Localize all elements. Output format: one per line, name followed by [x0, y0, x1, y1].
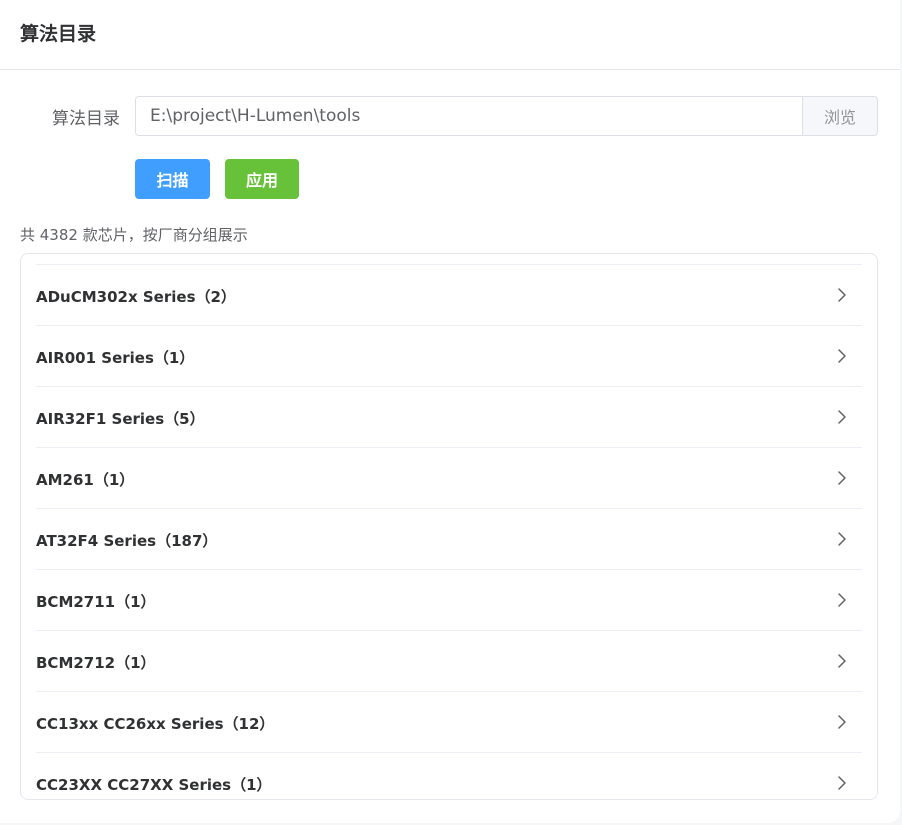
vendor-group-list[interactable]: ADuCM302x Series（2） AIR001 Series（1） AIR…	[20, 253, 878, 800]
chevron-right-icon	[834, 653, 850, 669]
list-item[interactable]: AT32F4 Series（187）	[36, 509, 862, 570]
directory-input-group: 浏览	[135, 96, 878, 136]
chip-count-summary: 共 4382 款芯片，按厂商分组展示	[20, 226, 248, 244]
group-label: BCM2711（1）	[36, 592, 156, 611]
chevron-right-icon	[834, 470, 850, 486]
directory-path-input[interactable]	[136, 97, 802, 135]
group-label: AIR32F1 Series（5）	[36, 409, 205, 428]
directory-label: 算法目录	[52, 108, 120, 129]
list-item[interactable]: BCM2711（1）	[36, 570, 862, 631]
list-item[interactable]: ADuCM302x Series（2）	[36, 265, 862, 326]
algorithm-directory-panel: 算法目录 算法目录 浏览 扫描 应用 共 4382 款芯片，按厂商分组展示 AD…	[0, 0, 900, 823]
group-label: ADuCM302x Series（2）	[36, 287, 236, 306]
panel-header: 算法目录	[0, 0, 900, 70]
page-title: 算法目录	[20, 23, 97, 45]
browse-button[interactable]: 浏览	[802, 97, 877, 135]
group-label: AM261（1）	[36, 470, 135, 489]
list-item[interactable]: CC23XX CC27XX Series（1）	[36, 753, 862, 799]
chevron-right-icon	[834, 592, 850, 608]
scan-button[interactable]: 扫描	[135, 159, 210, 199]
group-label: CC23XX CC27XX Series（1）	[36, 775, 272, 794]
chevron-right-icon	[834, 714, 850, 730]
list-item[interactable]: AIR32F1 Series（5）	[36, 387, 862, 448]
action-buttons: 扫描 应用	[135, 159, 299, 199]
group-label: AIR001 Series（1）	[36, 348, 195, 367]
chevron-right-icon	[834, 409, 850, 425]
chevron-right-icon	[834, 775, 850, 791]
chevron-right-icon	[834, 348, 850, 364]
chevron-right-icon	[834, 531, 850, 547]
apply-button[interactable]: 应用	[225, 159, 299, 199]
list-item[interactable]: BCM2712（1）	[36, 631, 862, 692]
directory-form-row: 算法目录 浏览	[20, 96, 878, 136]
list-item[interactable]: AIR001 Series（1）	[36, 326, 862, 387]
list-item[interactable]: AM261（1）	[36, 448, 862, 509]
list-item[interactable]: CC13xx CC26xx Series（12）	[36, 692, 862, 753]
group-label: CC13xx CC26xx Series（12）	[36, 714, 275, 733]
group-label: AT32F4 Series（187）	[36, 531, 218, 550]
chevron-right-icon	[834, 287, 850, 303]
vendor-group-list-scroll: ADuCM302x Series（2） AIR001 Series（1） AIR…	[36, 264, 862, 799]
group-label: BCM2712（1）	[36, 653, 156, 672]
